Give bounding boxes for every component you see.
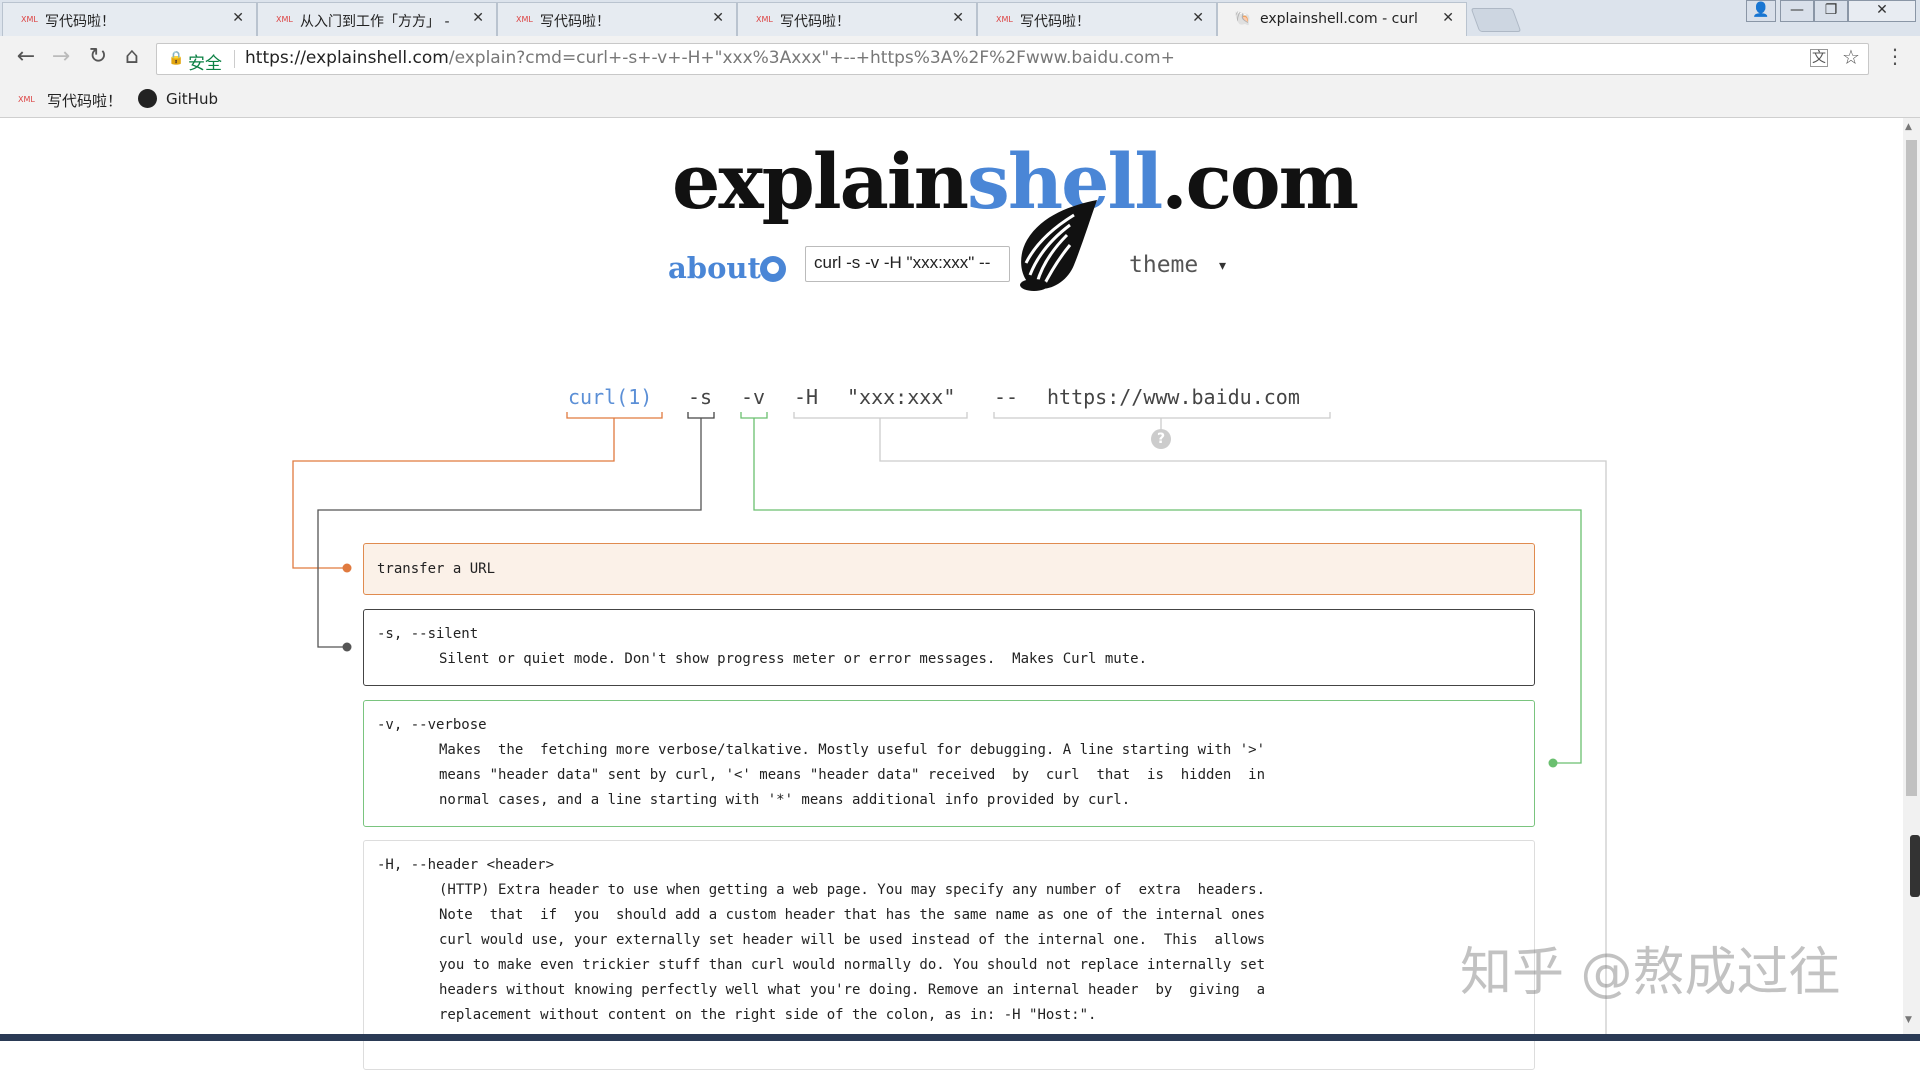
bracket-url: [993, 412, 1331, 419]
option-description: Silent or quiet mode. Don't show progres…: [439, 651, 1148, 667]
option-description-line: Makes the fetching more verbose/talkativ…: [439, 742, 1266, 758]
scrollbar-thumb[interactable]: [1906, 140, 1917, 796]
option-description-line: curl would use, your externally set head…: [439, 932, 1266, 948]
option-name: -s, --silent: [377, 626, 479, 642]
bracket-s: [687, 412, 715, 419]
option-name: -v, --verbose: [377, 717, 487, 733]
dot-s: [342, 642, 352, 652]
explanation-title: transfer a URL: [377, 561, 496, 577]
explanation-verbose: -v, --verbose Makes the fetching more ver…: [363, 700, 1535, 827]
option-description-line: Note that if you should add a custom hea…: [439, 907, 1266, 923]
dot-curl: [342, 563, 352, 573]
option-name: -H, --header <header>: [377, 857, 555, 873]
scroll-down-icon[interactable]: ▼: [1905, 1015, 1912, 1025]
explanation-curl: transfer a URL: [363, 543, 1535, 595]
explanation-silent: -s, --silent Silent or quiet mode. Don't …: [363, 609, 1535, 686]
option-description-line: means "header data" sent by curl, '<' me…: [439, 767, 1266, 783]
bracket-v: [740, 412, 768, 419]
option-description-line: you to make even trickier stuff than cur…: [439, 957, 1266, 973]
bracket-curl: [566, 412, 663, 419]
option-description-line: (HTTP) Extra header to use when getting …: [439, 882, 1266, 898]
option-description-line: replacement without content on the right…: [439, 1007, 1097, 1023]
os-taskbar: [0, 1034, 1920, 1041]
scroll-up-icon[interactable]: ▲: [1905, 122, 1912, 132]
zhihu-watermark: 知乎 @熬成过往: [1460, 943, 1841, 1003]
side-widget[interactable]: [1910, 835, 1920, 897]
dot-v: [1548, 758, 1558, 768]
option-description-line: normal cases, and a line starting with '…: [439, 792, 1131, 808]
bracket-H: [793, 412, 968, 419]
option-description-line: headers without knowing perfectly well w…: [439, 982, 1266, 998]
